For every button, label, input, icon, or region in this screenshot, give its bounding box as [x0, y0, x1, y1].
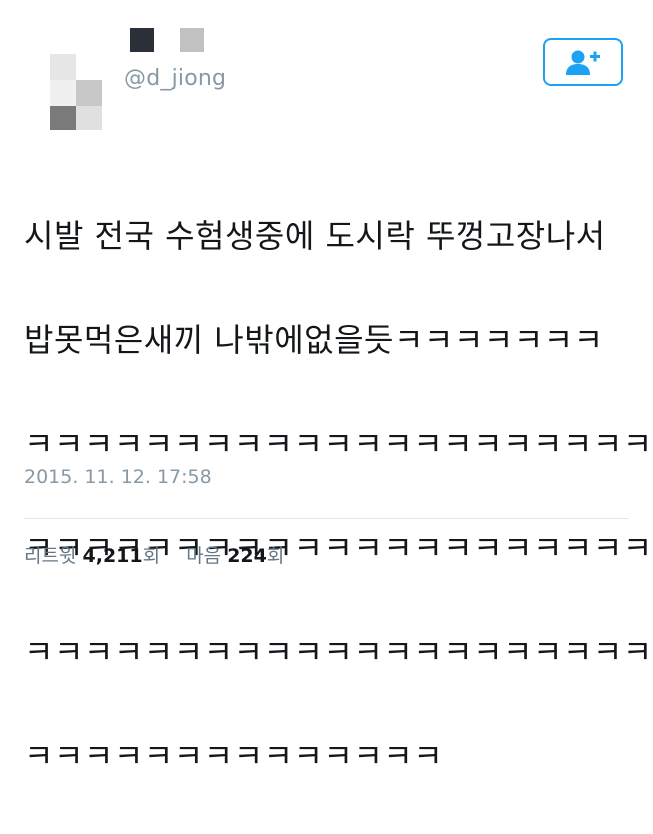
tweet-timestamp[interactable]: 2015. 11. 12. 17:58 — [24, 466, 212, 488]
add-user-icon — [566, 50, 600, 75]
tweet-text-line: ㅋㅋㅋㅋㅋㅋㅋㅋㅋㅋㅋㅋㅋㅋ — [24, 737, 444, 775]
tweet-text-line: ㅋㅋㅋㅋㅋㅋㅋㅋㅋㅋㅋㅋㅋㅋㅋㅋㅋㅋㅋㅋㅋㅋ — [24, 425, 653, 463]
tweet-text: 시발 전국 수험생중에 도시락 뚜껑고장나서 밥못먹은새끼 나밖에없을듯ㅋㅋㅋㅋ… — [24, 158, 653, 834]
like-unit: 회 — [266, 545, 285, 567]
avatar-pixel — [76, 106, 102, 130]
tweet-text-line: 시발 전국 수험생중에 도시락 뚜껑고장나서 — [24, 217, 606, 255]
tweet-stats: 리트윗 4,211회 마음 224회 — [24, 541, 284, 568]
display-name[interactable] — [130, 28, 210, 56]
divider — [24, 518, 629, 519]
like-count[interactable]: 224 — [227, 545, 267, 567]
avatar-pixel — [76, 80, 102, 106]
display-name-pixel — [180, 28, 204, 52]
avatar-pixel — [50, 54, 76, 80]
avatar-pixel — [50, 80, 76, 106]
retweet-label: 리트윗 — [24, 545, 77, 567]
like-label: 마음 — [186, 545, 222, 567]
display-name-pixel — [130, 28, 154, 52]
avatar-pixel — [50, 106, 76, 130]
retweet-unit: 회 — [142, 545, 161, 567]
tweet-text-line: 밥못먹은새끼 나밖에없을듯ㅋㅋㅋㅋㅋㅋㅋ — [24, 321, 604, 359]
retweet-count[interactable]: 4,211 — [83, 545, 143, 567]
user-handle[interactable]: @d_jiong — [124, 66, 226, 91]
follow-button[interactable] — [543, 38, 623, 86]
avatar[interactable] — [50, 30, 104, 130]
tweet-text-line: ㅋㅋㅋㅋㅋㅋㅋㅋㅋㅋㅋㅋㅋㅋㅋㅋㅋㅋㅋㅋㅋㅋ — [24, 633, 653, 671]
